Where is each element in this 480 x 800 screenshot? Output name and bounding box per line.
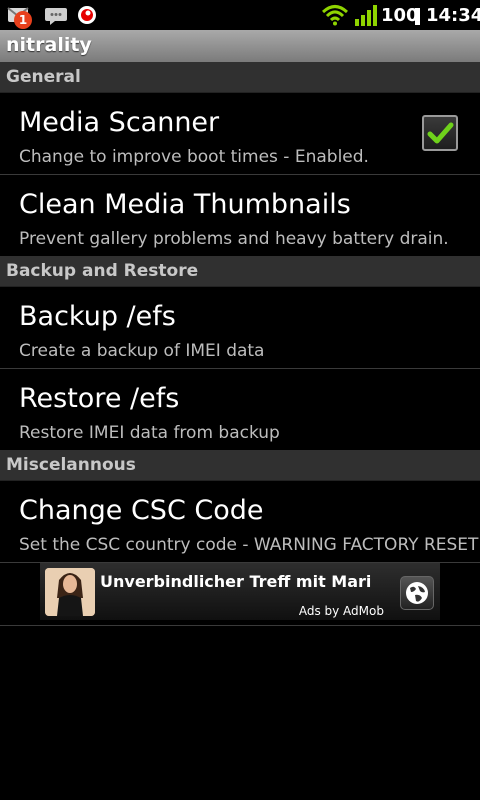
pref-change-csc-code[interactable]: Change CSC Code Set the CSC country code… <box>0 481 480 562</box>
notification-count-badge: 1 <box>14 11 32 29</box>
pref-summary: Change to improve boot times - Enabled. <box>19 147 369 167</box>
battery-icon <box>415 8 420 25</box>
media-scanner-checkbox[interactable] <box>422 115 458 151</box>
category-label: Miscelannous <box>6 455 136 475</box>
app-title: nitrality <box>6 34 92 56</box>
ad-headline[interactable]: Unverbindlicher Treff mit Mari <box>100 572 371 591</box>
wifi-icon <box>321 4 349 30</box>
pref-summary: Prevent gallery problems and heavy batte… <box>19 229 449 249</box>
pref-summary: Restore IMEI data from backup <box>19 423 280 443</box>
ad-photo <box>45 568 95 616</box>
globe-icon[interactable] <box>400 576 434 610</box>
pref-summary: Set the CSC country code - WARNING FACTO… <box>19 535 479 555</box>
vodafone-icon <box>76 3 98 29</box>
divider <box>0 625 480 626</box>
battery-level: 100 <box>381 5 419 26</box>
clock: 14:34 <box>426 5 480 26</box>
ad-banner[interactable]: Unverbindlicher Treff mit Mari Ads by Ad… <box>40 563 440 620</box>
status-bar: 1 100 14:34 <box>0 0 480 30</box>
checkmark-icon <box>427 122 454 144</box>
signal-icon <box>354 3 378 31</box>
category-label: General <box>6 67 81 87</box>
pref-restore-efs[interactable]: Restore /efs Restore IMEI data from back… <box>0 369 480 450</box>
pref-media-scanner[interactable]: Media Scanner Change to improve boot tim… <box>0 93 480 174</box>
category-label: Backup and Restore <box>6 261 199 281</box>
pref-clean-media-thumbnails[interactable]: Clean Media Thumbnails Prevent gallery p… <box>0 175 480 256</box>
pref-title: Change CSC Code <box>19 495 264 526</box>
message-icon <box>44 3 68 31</box>
ad-attribution: Ads by AdMob <box>298 604 384 618</box>
pref-summary: Create a backup of IMEI data <box>19 341 265 361</box>
pref-title: Restore /efs <box>19 383 180 414</box>
category-misc: Miscelannous <box>0 450 480 481</box>
pref-title: Backup /efs <box>19 301 176 332</box>
category-backup-restore: Backup and Restore <box>0 256 480 287</box>
category-general: General <box>0 62 480 93</box>
pref-title: Media Scanner <box>19 107 220 138</box>
pref-backup-efs[interactable]: Backup /efs Create a backup of IMEI data <box>0 287 480 368</box>
pref-title: Clean Media Thumbnails <box>19 189 351 220</box>
app-title-bar: nitrality <box>0 30 480 62</box>
